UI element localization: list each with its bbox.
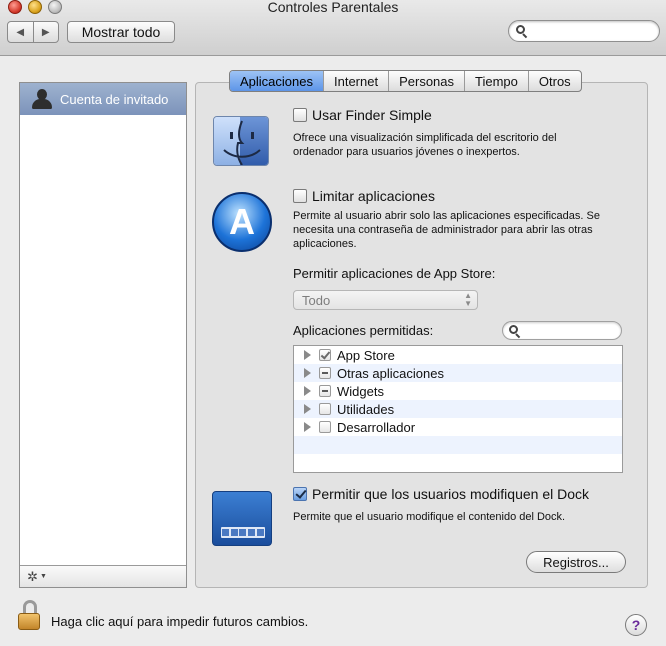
sidebar-action-bar: ✲ ▼ <box>20 565 186 587</box>
list-empty-row <box>294 436 622 454</box>
chevron-down-icon: ▼ <box>39 573 47 580</box>
tab-people[interactable]: Personas <box>388 71 464 91</box>
sidebar-item-guest-account[interactable]: Cuenta de invitado <box>20 83 186 115</box>
show-all-button[interactable]: Mostrar todo <box>67 21 175 43</box>
back-forward-control: ◀ ▶ <box>7 21 59 43</box>
up-down-arrows-icon: ▲ ▼ <box>464 291 472 308</box>
list-item-label: Utilidades <box>337 401 395 417</box>
lock-icon[interactable] <box>17 600 41 632</box>
list-item[interactable]: App Store <box>294 346 622 364</box>
list-item-label: Otras aplicaciones <box>337 365 444 381</box>
logs-button[interactable]: Registros... <box>526 551 626 573</box>
app-store-label: Permitir aplicaciones de App Store: <box>293 266 496 281</box>
simple-finder-description: Ofrece una visualización simplificada de… <box>293 132 557 158</box>
sidebar-item-label: Cuenta de invitado <box>60 91 169 107</box>
disclosure-triangle-icon[interactable] <box>304 404 311 414</box>
dock-icon <box>212 491 272 546</box>
list-item[interactable]: Desarrollador <box>294 418 622 436</box>
list-item[interactable]: Otras aplicaciones <box>294 364 622 382</box>
modify-dock-checkbox[interactable] <box>293 487 307 501</box>
simple-finder-label: Usar Finder Simple <box>312 107 432 123</box>
back-button[interactable]: ◀ <box>8 22 33 42</box>
limit-apps-label: Limitar aplicaciones <box>312 188 435 204</box>
lock-status-text: Haga clic aquí para impedir futuros camb… <box>51 614 309 629</box>
tab-other[interactable]: Otros <box>527 71 581 91</box>
search-icon <box>509 325 521 339</box>
forward-button[interactable]: ▶ <box>32 22 59 42</box>
list-item-checkbox[interactable] <box>319 349 331 361</box>
list-item-label: App Store <box>337 347 395 363</box>
finder-icon <box>213 116 269 166</box>
disclosure-triangle-icon[interactable] <box>304 422 311 432</box>
user-icon <box>26 83 58 115</box>
tab-applications[interactable]: Aplicaciones <box>230 71 323 91</box>
window-title: Controles Parentales <box>267 0 399 15</box>
disclosure-triangle-icon[interactable] <box>304 368 311 378</box>
limit-apps-checkbox[interactable] <box>293 189 307 203</box>
preferences-window: Controles Parentales ◀ ▶ Mostrar todo Cu… <box>0 0 666 646</box>
list-item[interactable]: Utilidades <box>294 400 622 418</box>
tab-internet[interactable]: Internet <box>323 71 388 91</box>
search-icon <box>516 25 528 39</box>
list-item-label: Widgets <box>337 383 384 399</box>
title-bar: Controles Parentales ◀ ▶ Mostrar todo <box>0 0 666 56</box>
accounts-list[interactable]: Cuenta de invitado ✲ ▼ <box>19 82 187 588</box>
list-item-checkbox[interactable] <box>319 421 331 433</box>
tab-time[interactable]: Tiempo <box>464 71 528 91</box>
app-store-select[interactable]: Todo ▲ ▼ <box>293 290 478 310</box>
allowed-apps-list[interactable]: App Store Otras aplicaciones Widgets Uti… <box>293 345 623 473</box>
list-item-checkbox[interactable] <box>319 385 331 397</box>
allowed-apps-label: Aplicaciones permitidas: <box>293 323 434 338</box>
disclosure-triangle-icon[interactable] <box>304 350 311 360</box>
allowed-apps-search-input[interactable] <box>502 321 622 340</box>
modify-dock-label: Permitir que los usuarios modifiquen el … <box>312 486 590 502</box>
list-item-label: Desarrollador <box>337 419 416 435</box>
help-button[interactable]: ? <box>625 614 647 636</box>
limit-apps-description: Permite al usuario abrir solo las aplica… <box>293 210 600 250</box>
modify-dock-description: Permite que el usuario modifique el cont… <box>293 511 566 523</box>
list-item[interactable]: Widgets <box>294 382 622 400</box>
disclosure-triangle-icon[interactable] <box>304 386 311 396</box>
tab-bar: Aplicaciones Internet Personas Tiempo Ot… <box>229 70 582 92</box>
simple-finder-checkbox[interactable] <box>293 108 307 122</box>
app-store-select-value: Todo <box>302 292 331 308</box>
app-store-icon: A <box>212 192 272 252</box>
gear-icon[interactable]: ✲ ▼ <box>25 568 49 585</box>
list-item-checkbox[interactable] <box>319 403 331 415</box>
toolbar-search-field[interactable] <box>508 20 660 42</box>
list-item-checkbox[interactable] <box>319 367 331 379</box>
